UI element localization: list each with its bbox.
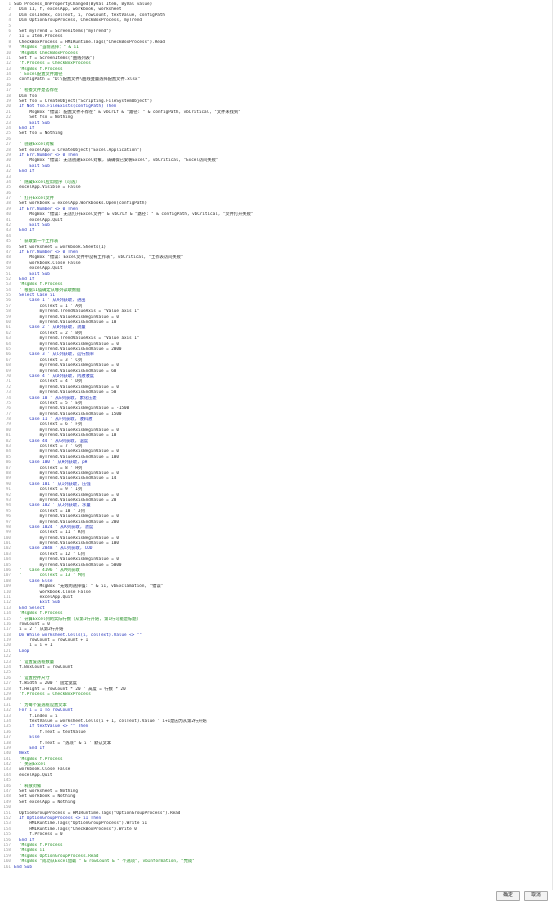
code-text: End Sub <box>14 864 32 870</box>
ok-button[interactable]: 确定 <box>496 891 520 901</box>
code-text: f.BoxCount = rowCount <box>14 665 73 671</box>
code-text: Dim OptionGroupProcess, CheckBoxProcess,… <box>14 18 142 24</box>
dialog-buttons: 确定 取消 <box>496 891 548 901</box>
code-text: Set fso = Nothing <box>14 131 63 137</box>
code-text: excelApp.Visible = False <box>14 185 81 191</box>
cancel-button[interactable]: 取消 <box>524 891 548 901</box>
code-text: excelApp.Quit <box>14 772 53 778</box>
code-text: End If <box>14 228 35 234</box>
code-line: 161 End Sub <box>0 865 552 870</box>
code-text: 'MsgBox "成功从Excel加载 " & rowCount & " 个选项… <box>14 859 195 865</box>
line-number: 161 <box>3 864 11 870</box>
code-lines: 1 Sub Process_OnPropertyChanged(ByVal Ite… <box>0 2 552 870</box>
code-text: End If <box>14 169 35 175</box>
code-text: Loop <box>14 648 30 654</box>
code-text: configPath = "D:\配置文件\曲线变量选择配置文件.xlsx" <box>14 77 141 83</box>
code-text: 'f.Process = CheckBoxProcess <box>14 692 91 697</box>
code-text: Set excelApp = Nothing <box>14 799 76 805</box>
script-editor[interactable]: 1 Sub Process_OnPropertyChanged(ByVal Ite… <box>0 0 553 890</box>
